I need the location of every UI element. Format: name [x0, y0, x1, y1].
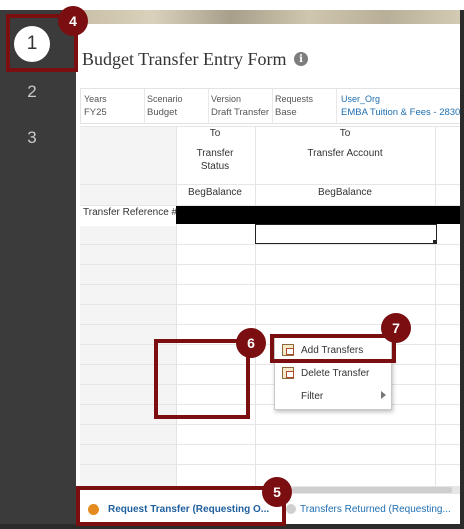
callout-badge-4: 4: [58, 6, 88, 36]
callout-badge-5: 5: [262, 477, 292, 507]
grid-line: [176, 126, 177, 486]
row-header-cell: [80, 286, 176, 306]
pov-label: Version: [211, 94, 242, 104]
callout-badge-7: 7: [381, 313, 411, 343]
selected-cell[interactable]: [255, 224, 437, 244]
col2-header[interactable]: Transfer Account: [255, 148, 435, 160]
callout-badge-6: 6: [236, 328, 266, 358]
grid-line: [80, 304, 460, 305]
info-icon[interactable]: i: [294, 52, 308, 66]
row-header-cell: [80, 266, 176, 286]
fill-handle[interactable]: [433, 240, 437, 244]
step-3-button[interactable]: 3: [14, 120, 50, 156]
pov-divider: [144, 89, 145, 123]
col1-header-line1[interactable]: Transfer: [176, 148, 254, 160]
pov-value: FY25: [84, 107, 107, 118]
page-title: Budget Transfer Entry Form: [82, 49, 287, 69]
grid-line: [80, 444, 460, 445]
scrollbar-thumb[interactable]: [292, 487, 452, 493]
menu-item-label: Delete Transfer: [301, 367, 370, 379]
pov-value: EMBA Tuition & Fees - 2830: [341, 107, 461, 118]
row-header-cell: [80, 466, 176, 486]
selected-row-bar[interactable]: [176, 206, 460, 224]
corner-header: [80, 126, 176, 206]
grid-line: [435, 126, 436, 486]
pov-value: Draft Transfer: [211, 107, 270, 118]
data-grid: To To Transfer Status Transfer Account B…: [80, 126, 460, 486]
pov-label: Scenario: [147, 94, 183, 104]
tab-label: Transfers Returned (Requesting...: [300, 503, 451, 515]
grid-line: [80, 464, 460, 465]
frame-border: [460, 10, 464, 529]
row-header-cell: [80, 226, 176, 246]
col1-subheader: BegBalance: [176, 187, 254, 199]
callout-box-7: [270, 334, 396, 363]
menu-item-filter[interactable]: Filter: [275, 385, 391, 407]
grid-line: [80, 126, 460, 127]
pov-divider: [336, 89, 337, 123]
pov-value: Budget: [147, 107, 178, 118]
pov-divider: [272, 89, 273, 123]
pov-divider: [208, 89, 209, 123]
row-header-cell: [80, 306, 176, 326]
submenu-arrow-icon: [381, 391, 386, 399]
pov-scenario[interactable]: Scenario Budget: [147, 93, 183, 119]
grid-line: [80, 244, 460, 245]
col1-header-line2[interactable]: Status: [176, 161, 254, 173]
row-label-transfer-reference: Transfer Reference #: [83, 207, 178, 218]
step-2-button[interactable]: 2: [14, 74, 50, 110]
grid-line: [80, 264, 460, 265]
grid-line: [80, 424, 460, 425]
callout-box-6: [154, 339, 250, 419]
pov-version[interactable]: Version Draft Transfer: [211, 93, 269, 119]
pov-bar: Years FY25 Scenario Budget Version Draft…: [80, 88, 461, 124]
grid-line: [80, 184, 460, 185]
col1-top-header: To: [176, 128, 254, 140]
pov-requests[interactable]: Requests Base: [275, 93, 313, 119]
grid-line: [80, 404, 460, 405]
pov-user-org[interactable]: User_Org EMBA Tuition & Fees - 2830: [341, 93, 460, 119]
pov-label: Years: [84, 94, 107, 104]
pov-label: Requests: [275, 94, 314, 104]
menu-item-delete-transfer[interactable]: Delete Transfer: [275, 362, 391, 384]
menu-item-label: Filter: [301, 390, 324, 402]
header-banner-image: [76, 10, 464, 24]
grid-line: [80, 284, 460, 285]
row-header-cell: [80, 246, 176, 266]
grid-line: [80, 384, 460, 385]
delete-transfer-icon: [282, 367, 294, 379]
tab-transfers-returned[interactable]: Transfers Returned (Requesting...: [286, 496, 458, 522]
grid-line: [255, 126, 256, 486]
row-header-cell: [80, 446, 176, 466]
row-header-cell: [80, 426, 176, 446]
status-dot-icon: [286, 504, 296, 514]
grid-line: [80, 364, 460, 365]
pov-years[interactable]: Years FY25: [84, 93, 107, 119]
callout-box-5: [76, 486, 286, 526]
pov-label: User_Org: [341, 94, 381, 104]
col2-top-header: To: [255, 128, 435, 140]
col2-subheader: BegBalance: [255, 187, 435, 199]
pov-value: Base: [275, 107, 297, 118]
